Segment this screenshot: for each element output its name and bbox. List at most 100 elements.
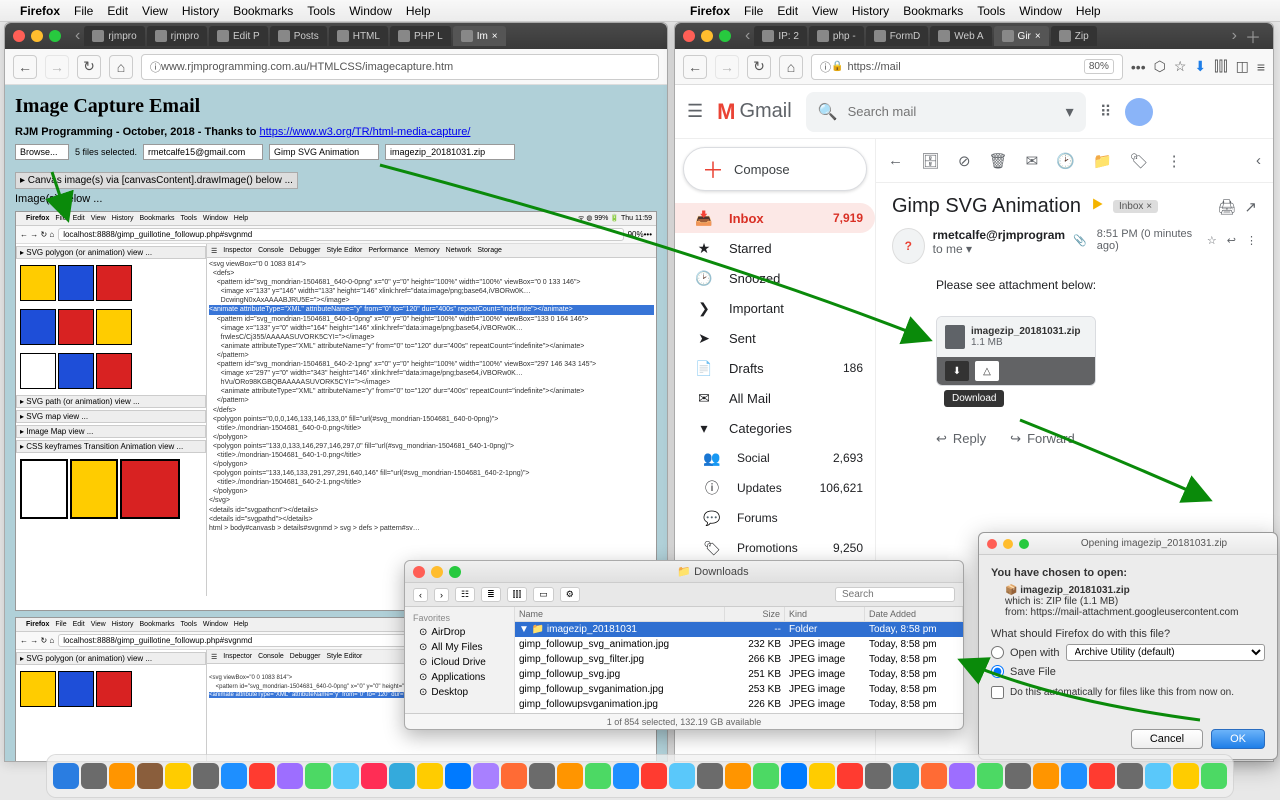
sidebar-item-important[interactable]: ❯Important xyxy=(675,293,875,323)
dock-app-icon[interactable] xyxy=(165,763,191,789)
back-button[interactable]: ← xyxy=(683,55,707,79)
finder-row[interactable]: gimp_followup_svg.jpg251 KBJPEG imageTod… xyxy=(515,667,963,682)
sidebar-item-promotions[interactable]: 🏷Promotions9,250 xyxy=(675,533,875,563)
finder-row[interactable]: gimp_followup_svganimation.jpg253 KBJPEG… xyxy=(515,682,963,697)
tab-nav-back-icon[interactable]: ‹ xyxy=(741,27,754,45)
finder-search[interactable] xyxy=(835,587,955,602)
browser-tab[interactable]: Posts xyxy=(270,26,327,46)
save-drive-button[interactable]: △ xyxy=(975,361,999,381)
dock-app-icon[interactable] xyxy=(865,763,891,789)
sidebar-item-snoozed[interactable]: 🕑Snoozed xyxy=(675,263,875,293)
dock-app-icon[interactable] xyxy=(137,763,163,789)
dock-app-icon[interactable] xyxy=(305,763,331,789)
menu-item[interactable]: Window xyxy=(1019,4,1062,18)
url-bar[interactable]: ⓘ 🔒https://mail80% xyxy=(811,54,1123,80)
dock-app-icon[interactable] xyxy=(529,763,555,789)
label-icon[interactable]: 🏷 xyxy=(1130,152,1149,170)
browser-tab[interactable]: Web A xyxy=(930,26,991,46)
compose-button[interactable]: ＋ Compose xyxy=(683,147,867,191)
dock-app-icon[interactable] xyxy=(809,763,835,789)
dock-app-icon[interactable] xyxy=(445,763,471,789)
dropdown-icon[interactable]: ▾ xyxy=(1066,102,1074,122)
dock-app-icon[interactable] xyxy=(109,763,135,789)
tab-nav-back-icon[interactable]: ‹ xyxy=(71,27,84,45)
browser-tab[interactable]: FormD xyxy=(866,26,929,46)
dock-app-icon[interactable] xyxy=(837,763,863,789)
menu-item[interactable]: Tools xyxy=(977,4,1005,18)
menu-item[interactable]: File xyxy=(744,4,763,18)
new-tab-button[interactable]: ＋ xyxy=(1241,24,1265,48)
browser-tab[interactable]: Edit P xyxy=(209,26,268,46)
dock-app-icon[interactable] xyxy=(557,763,583,789)
dock-app-icon[interactable] xyxy=(501,763,527,789)
gmail-logo[interactable]: MGmail xyxy=(717,99,792,125)
sidebar-item-updates[interactable]: ⓘUpdates106,621 xyxy=(675,473,875,503)
forward-button[interactable]: → xyxy=(45,55,69,79)
dots-icon[interactable]: ••• xyxy=(1131,59,1146,75)
dock-app-icon[interactable] xyxy=(1005,763,1031,789)
cancel-button[interactable]: Cancel xyxy=(1131,729,1203,749)
home-button[interactable]: ⌂ xyxy=(779,55,803,79)
back-button[interactable]: ← xyxy=(13,55,37,79)
dock-app-icon[interactable] xyxy=(1089,763,1115,789)
menu-icon[interactable]: ≡ xyxy=(1257,59,1265,75)
browse-button[interactable] xyxy=(15,144,69,160)
menu-item[interactable]: Help xyxy=(406,4,431,18)
finder-back[interactable]: ‹ xyxy=(413,588,428,602)
dock-app-icon[interactable] xyxy=(613,763,639,789)
important-marker-icon[interactable]: ⯈ xyxy=(1089,195,1105,218)
dock-app-icon[interactable] xyxy=(81,763,107,789)
finder-row[interactable]: gimp_followup_svg_filter.jpg266 KBJPEG i… xyxy=(515,652,963,667)
finder-sidebar-item[interactable]: ⊙All My Files xyxy=(405,640,514,655)
popout-icon[interactable]: ↗ xyxy=(1244,198,1257,216)
apps-icon[interactable]: ⠿ xyxy=(1100,102,1112,122)
auto-checkbox[interactable] xyxy=(991,686,1004,699)
finder-view-gallery[interactable]: ▭ xyxy=(533,587,554,602)
menu-item[interactable]: View xyxy=(142,4,168,18)
shield-icon[interactable]: ⬡ xyxy=(1154,58,1166,75)
save-file-radio[interactable] xyxy=(991,665,1004,678)
finder-arrange[interactable]: ⚙ xyxy=(560,587,580,602)
menu-item[interactable]: History xyxy=(182,4,219,18)
browser-tab[interactable]: Im× xyxy=(453,26,506,46)
dock-app-icon[interactable] xyxy=(781,763,807,789)
menu-item[interactable]: Help xyxy=(1076,4,1101,18)
archive-icon[interactable]: 🗄 xyxy=(921,152,940,170)
browser-tab[interactable]: Zip xyxy=(1051,26,1097,46)
reload-button[interactable]: ↻ xyxy=(77,55,101,79)
dock-app-icon[interactable] xyxy=(1033,763,1059,789)
home-button[interactable]: ⌂ xyxy=(109,55,133,79)
back-arrow-icon[interactable]: ← xyxy=(888,152,903,169)
zoom-indicator[interactable]: 80% xyxy=(1084,59,1114,74)
dock-app-icon[interactable] xyxy=(949,763,975,789)
menu-item[interactable]: Edit xyxy=(777,4,798,18)
menu-item[interactable]: File xyxy=(74,4,93,18)
dock-app-icon[interactable] xyxy=(753,763,779,789)
sidebar-item-social[interactable]: 👥Social2,693 xyxy=(675,443,875,473)
finder-row[interactable]: gimp_followupsvganimation.jpg226 KBJPEG … xyxy=(515,697,963,712)
dock-app-icon[interactable] xyxy=(193,763,219,789)
star-icon[interactable]: ☆ xyxy=(1207,234,1217,247)
more-icon[interactable]: ⋮ xyxy=(1246,234,1257,247)
menu-item[interactable]: View xyxy=(812,4,838,18)
dock-app-icon[interactable] xyxy=(361,763,387,789)
spam-icon[interactable]: ⊘ xyxy=(958,152,971,170)
window-titlebar[interactable]: ‹ IP: 2php -FormDWeb AGir×Zip › ＋ xyxy=(675,23,1273,49)
reply-icon[interactable]: ↩ xyxy=(1227,234,1236,247)
browser-tab[interactable]: PHP L xyxy=(390,26,451,46)
finder-row[interactable]: gimp_followup_svg_animation.jpg232 KBJPE… xyxy=(515,637,963,652)
menu-item[interactable]: Tools xyxy=(307,4,335,18)
sidebar-item-inbox[interactable]: 📥Inbox7,919 xyxy=(675,203,875,233)
print-icon[interactable]: 🖨 xyxy=(1217,198,1236,216)
menu-item[interactable]: Bookmarks xyxy=(233,4,293,18)
dock-app-icon[interactable] xyxy=(1173,763,1199,789)
open-with-select[interactable]: Archive Utility (default) xyxy=(1066,644,1265,661)
dock-app-icon[interactable] xyxy=(389,763,415,789)
finder-fwd[interactable]: › xyxy=(434,588,449,602)
prev-icon[interactable]: ‹ xyxy=(1256,152,1261,169)
finder-sidebar-item[interactable]: ⊙AirDrop xyxy=(405,625,514,640)
dock-app-icon[interactable] xyxy=(473,763,499,789)
bookmark-icon[interactable]: ☆ xyxy=(1174,58,1187,75)
inbox-label[interactable]: Inbox × xyxy=(1113,200,1158,213)
finder-sidebar-item[interactable]: ⊙Desktop xyxy=(405,685,514,700)
